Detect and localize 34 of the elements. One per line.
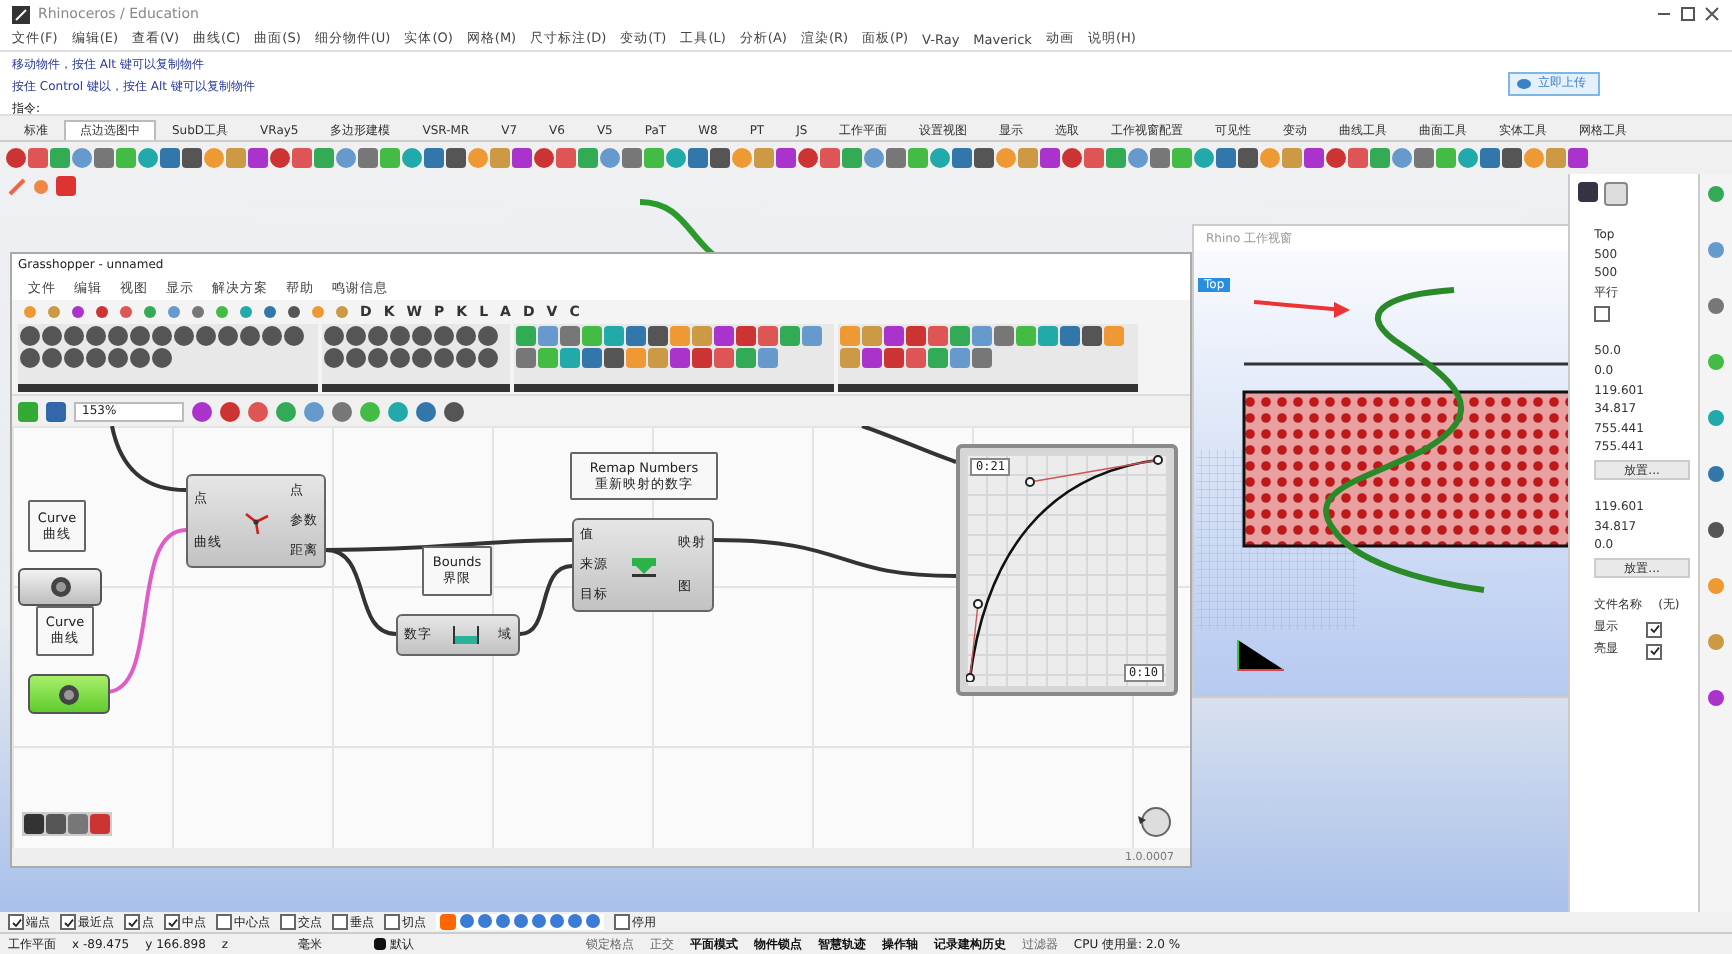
checkbox[interactable] [614,914,630,930]
checkbox[interactable] [60,914,76,930]
remap-icon [629,553,657,577]
checkbox[interactable] [1646,621,1663,638]
cloud-icon [1516,76,1532,90]
curve-parameter[interactable] [18,568,102,606]
layer-swatch [373,938,386,950]
checkbox[interactable] [280,914,296,930]
wire [519,564,573,636]
panel-tab-icon[interactable] [1708,298,1724,314]
checkbox[interactable] [8,914,24,930]
pen-icon[interactable] [8,177,26,195]
checkbox[interactable] [1646,643,1663,660]
curve-param-icon [49,576,71,598]
point-curve-icon [240,507,272,535]
panel-tab-icon[interactable] [1708,522,1724,538]
panel-tab-icon[interactable] [1708,690,1724,706]
app-logo-icon [12,5,30,23]
curve-parameter[interactable] [28,674,110,714]
checkbox[interactable] [216,914,232,930]
checkbox[interactable] [124,914,140,930]
wire [861,426,957,464]
ime-logo-icon[interactable] [440,914,456,930]
checkbox[interactable] [164,914,180,930]
checkbox[interactable] [384,914,400,930]
domain-icon [451,625,479,645]
checkbox[interactable] [1594,306,1611,323]
curve-param-icon [58,683,80,705]
close-icon[interactable] [1704,6,1720,22]
checkbox[interactable] [332,914,348,930]
maximize-icon[interactable] [1680,6,1696,22]
panel-tab-icon[interactable] [1708,466,1724,482]
wire [110,426,187,492]
save-icon[interactable] [18,401,38,421]
